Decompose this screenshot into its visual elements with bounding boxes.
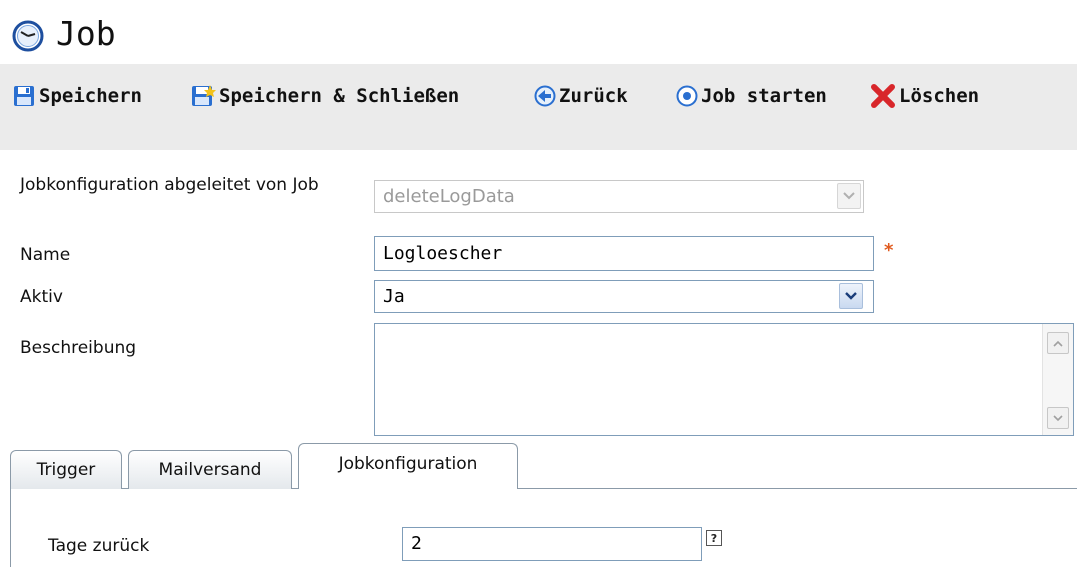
title-bar: Job [0, 0, 1077, 62]
save-button[interactable]: Speichern [12, 78, 142, 114]
active-label: Aktiv [20, 287, 63, 307]
start-job-icon [676, 85, 698, 107]
tab-label: Mailversand [158, 460, 262, 480]
tab-mailversand[interactable]: Mailversand [128, 450, 292, 489]
active-tab-gap [299, 488, 517, 489]
chevron-down-icon [837, 183, 861, 209]
panel-border [10, 488, 11, 567]
days-back-field[interactable]: 2 [402, 527, 702, 561]
tab-label: Jobkonfiguration [338, 454, 478, 474]
clock-icon [12, 20, 44, 52]
derived-from-label: Jobkonfiguration abgeleitet von Job [20, 175, 319, 195]
description-textarea[interactable] [374, 323, 1074, 436]
active-select[interactable]: Ja [374, 280, 874, 313]
save-close-label: Speichern & Schließen [219, 85, 460, 107]
scroll-down-icon[interactable] [1047, 407, 1069, 429]
start-job-button[interactable]: Job starten [676, 78, 827, 114]
required-marker: * [884, 240, 894, 261]
description-text [375, 324, 1073, 336]
back-icon [534, 85, 556, 107]
start-job-label: Job starten [701, 85, 827, 107]
delete-label: Löschen [899, 85, 980, 107]
description-label: Beschreibung [20, 338, 137, 358]
textarea-scrollbar[interactable] [1042, 324, 1073, 435]
chevron-down-icon[interactable] [839, 283, 863, 309]
derived-from-select: deleteLogData [374, 180, 864, 213]
name-label: Name [20, 245, 71, 265]
save-icon [14, 86, 34, 106]
page-title: Job [56, 14, 116, 53]
help-icon[interactable]: ? [706, 530, 722, 546]
days-back-label: Tage zurück [48, 536, 150, 556]
tab-jobkonfiguration[interactable]: Jobkonfiguration [298, 443, 518, 489]
tab-label: Trigger [36, 460, 96, 480]
delete-button[interactable]: Löschen [870, 78, 979, 114]
save-and-close-button[interactable]: Speichern & Schließen [190, 78, 459, 114]
name-field[interactable]: Logloescher [374, 236, 874, 271]
save-label: Speichern [39, 85, 142, 107]
scroll-up-icon[interactable] [1047, 332, 1069, 354]
delete-icon [871, 84, 895, 108]
tab-trigger[interactable]: Trigger [10, 450, 122, 489]
save-close-icon [192, 85, 216, 106]
back-button[interactable]: Zurück [534, 78, 628, 114]
back-label: Zurück [559, 85, 628, 107]
